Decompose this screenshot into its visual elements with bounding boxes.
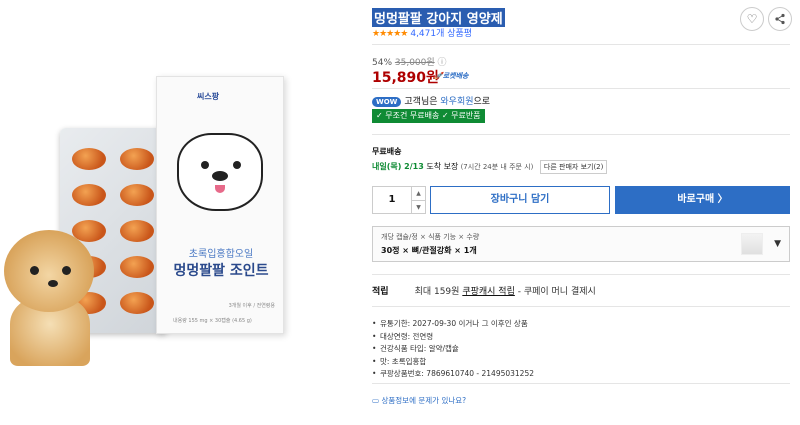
- divider: [372, 134, 790, 135]
- detail-item: 유통기한: 2027-09-30 이거나 그 이후인 상품: [372, 318, 534, 331]
- add-to-cart-button[interactable]: 장바구니 담기: [430, 186, 610, 214]
- cash-reward-row: 적립 최대 159원 쿠팡캐시 적립 - 쿠페이 머니 결제시: [372, 284, 596, 297]
- chat-icon: ▭: [372, 396, 380, 405]
- detail-item: 쿠팡상품번호: 7869610740 - 21495031252: [372, 368, 534, 381]
- divider: [372, 306, 790, 307]
- brand-logo: 씨스팡: [197, 92, 220, 101]
- option-select[interactable]: 개당 캡슐/정 × 식품 기능 × 수량 30정 × 뼈/관절강화 × 1개 ▼: [372, 226, 790, 262]
- dog-face-illustration: [177, 133, 263, 211]
- quantity-down-button[interactable]: ▼: [412, 200, 425, 214]
- wow-member-row: WOW 고객님은 와우회원으로: [372, 94, 490, 107]
- quantity-stepper[interactable]: 1 ▲ ▼: [372, 186, 426, 214]
- quantity-up-button[interactable]: ▲: [412, 187, 425, 200]
- option-label: 개당 캡슐/정 × 식품 기능 × 수량: [381, 233, 480, 241]
- product-details-list: 유통기한: 2027-09-30 이거나 그 이후인 상품 대상연령: 전연령 …: [372, 318, 534, 381]
- product-info-panel: 멍멍팔팔 강아지 영양제 ★★★★★ 4,471개 상품평 ♡ 54% 35,00…: [372, 0, 800, 425]
- delivery-date: 내일(목) 2/13: [372, 162, 424, 171]
- rating-row[interactable]: ★★★★★ 4,471개 상품평: [372, 26, 472, 39]
- detail-item: 건강식품 타입: 알약/캡슐: [372, 343, 534, 356]
- wow-suffix: 으로: [473, 97, 491, 107]
- other-seller-button[interactable]: 다른 판매자 보기(2): [539, 160, 608, 174]
- product-title: 멍멍팔팔 강아지 영양제: [372, 8, 505, 27]
- option-value: 30정 × 뼈/관절강화 × 1개: [381, 246, 477, 255]
- sale-price: 15,890원: [372, 70, 439, 86]
- pomeranian-photo: [0, 226, 98, 366]
- divider: [372, 274, 790, 275]
- share-icon[interactable]: [768, 7, 792, 31]
- detail-item: 맛: 초록입홍합: [372, 356, 534, 369]
- cash-label: 적립: [372, 287, 389, 297]
- wow-member-text: 와우회원: [440, 97, 474, 107]
- cash-prefix: 최대 159원: [414, 287, 463, 297]
- product-box-image: 씨스팡 초록입홍합오일 멍멍팔팔 조인트 3개월 이후 / 전연령용 내용량 1…: [156, 76, 284, 334]
- option-thumbnail: [741, 233, 763, 255]
- divider: [372, 88, 790, 89]
- chevron-down-icon[interactable]: ▼: [774, 239, 781, 249]
- review-count-link[interactable]: 4,471개 상품평: [410, 29, 472, 39]
- box-subtitle: 초록입홍합오일: [188, 249, 254, 260]
- detail-item: 대상연령: 전연령: [372, 331, 534, 344]
- box-content-note: 내용량 155 mg × 30캡슐 (4.65 g): [173, 318, 252, 324]
- delivery-note: (7시간 24분 내 주문 시): [458, 163, 534, 171]
- divider: [372, 44, 790, 45]
- coupang-cash-link[interactable]: 쿠팡캐시 적립: [462, 287, 515, 297]
- product-image-area: 씨스팡 초록입홍합오일 멍멍팔팔 조인트 3개월 이후 / 전연령용 내용량 1…: [0, 0, 360, 425]
- divider: [372, 383, 790, 384]
- box-age-note: 3개월 이후 / 전연령용: [228, 303, 275, 309]
- report-product-info-link[interactable]: ▭ 상품정보에 문제가 있나요?: [372, 395, 466, 406]
- heart-icon[interactable]: ♡: [740, 7, 764, 31]
- box-title: 멍멍팔팔 조인트: [173, 263, 269, 279]
- wow-badge: WOW: [372, 97, 402, 107]
- shipping-label: 무료배송: [372, 147, 402, 156]
- rating-stars: ★★★★★: [372, 29, 408, 39]
- report-text[interactable]: 상품정보에 문제가 있나요?: [381, 396, 466, 405]
- delivery-estimate: 내일(목) 2/13 도착 보장 (7시간 24분 내 주문 시) 다른 판매자…: [372, 160, 608, 174]
- wow-prefix: 고객님은: [404, 97, 441, 107]
- cash-suffix: - 쿠페이 머니 결제시: [514, 287, 596, 297]
- quantity-value[interactable]: 1: [373, 187, 411, 213]
- buy-now-button[interactable]: 바로구매 〉: [615, 186, 790, 214]
- delivery-guarantee: 도착 보장: [423, 162, 459, 171]
- free-shipping-benefit-badge: ✓ 무조건 무료배송 ✓ 무료반품: [372, 109, 485, 123]
- rocket-delivery-badge: 🚀로켓배송: [434, 72, 469, 80]
